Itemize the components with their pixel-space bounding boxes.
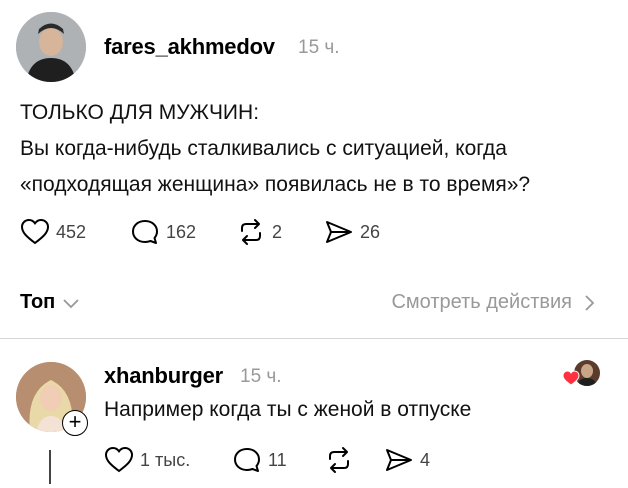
share-icon <box>326 221 352 243</box>
chevron-down-icon <box>63 298 79 308</box>
post-timestamp: 15 ч. <box>298 37 340 58</box>
comment-icon <box>132 220 158 244</box>
post-like-button[interactable]: 452 <box>20 218 86 246</box>
view-activity-label: Смотреть действия <box>391 291 572 313</box>
thread-line <box>49 450 51 484</box>
reply-repost-button[interactable] <box>324 446 360 474</box>
share-icon <box>386 449 412 471</box>
post-text-line-1: ТОЛЬКО ДЛЯ МУЖЧИН: <box>20 101 260 124</box>
reply-text: Например когда ты с женой в отпуске <box>104 398 472 421</box>
author-liked-indicator <box>562 360 600 390</box>
reply-share-button[interactable]: 4 <box>384 446 430 474</box>
repost-icon <box>241 219 261 245</box>
heart-icon <box>562 370 580 386</box>
reply-share-count: 4 <box>420 449 431 470</box>
sort-label: Топ <box>20 291 56 313</box>
post-text-line-3: «подходящая женщина» появилась не в то в… <box>20 173 531 196</box>
heart-icon <box>104 446 134 473</box>
section-divider <box>0 338 628 339</box>
reply-timestamp: 15 ч. <box>240 366 282 387</box>
post-share-count: 26 <box>360 221 381 242</box>
repost-icon <box>329 447 349 473</box>
post-repost-count: 2 <box>272 221 283 242</box>
reply-like-count: 1 тыс. <box>140 449 191 470</box>
reply-comment-count: 11 <box>268 449 287 470</box>
comment-icon <box>234 448 260 472</box>
follow-plus-icon[interactable]: + <box>62 410 88 436</box>
post-comment-button[interactable]: 162 <box>130 218 196 246</box>
sort-dropdown[interactable]: Топ <box>20 291 81 314</box>
post-share-button[interactable]: 26 <box>324 218 380 246</box>
post-text-line-2: Вы когда-нибудь сталкивались с ситуацией… <box>20 137 507 160</box>
post-author-username[interactable]: fares_akhmedov <box>104 34 275 60</box>
heart-icon <box>20 218 50 245</box>
reply-author-username[interactable]: xhanburger <box>104 363 223 389</box>
chevron-right-icon <box>585 294 595 311</box>
view-activity-link[interactable]: Смотреть действия <box>391 291 596 314</box>
post-repost-button[interactable]: 2 <box>236 218 282 246</box>
post-like-count: 452 <box>56 221 87 242</box>
reply-like-button[interactable]: 1 тыс. <box>104 446 190 474</box>
post-comment-count: 162 <box>166 221 197 242</box>
post-author-avatar[interactable] <box>16 12 86 82</box>
reply-comment-button[interactable]: 11 <box>232 446 287 474</box>
